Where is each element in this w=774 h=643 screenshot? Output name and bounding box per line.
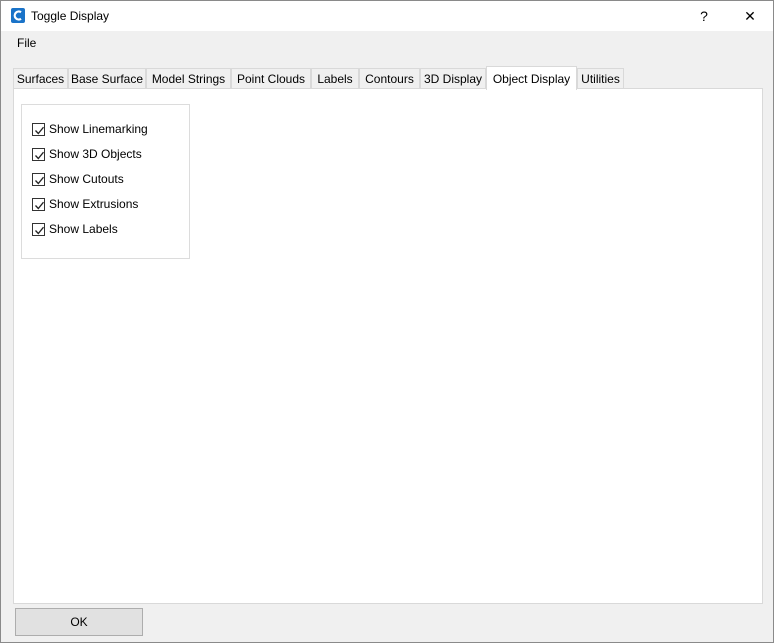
show-linemarking-option[interactable]: Show Linemarking <box>32 121 148 137</box>
tab-contours[interactable]: Contours <box>359 68 420 89</box>
help-button[interactable]: ? <box>681 1 727 31</box>
show-labels-checkbox[interactable] <box>32 222 45 236</box>
object-display-group: Show Linemarking Show 3D Objects Show Cu… <box>21 104 190 259</box>
show-linemarking-checkbox[interactable] <box>32 122 45 136</box>
tab-surfaces[interactable]: Surfaces <box>13 68 68 89</box>
show-labels-option[interactable]: Show Labels <box>32 221 118 237</box>
tab-strip: Surfaces Base Surface Model Strings Poin… <box>13 66 763 90</box>
dialog-window: Toggle Display ? ✕ File Surfaces Base Su… <box>0 0 774 643</box>
checkmark-icon <box>35 151 45 159</box>
tab-object-display[interactable]: Object Display <box>486 66 577 90</box>
show-3d-objects-checkbox[interactable] <box>32 147 45 161</box>
checkmark-icon <box>35 126 45 134</box>
menu-file[interactable]: File <box>9 34 44 52</box>
tab-labels[interactable]: Labels <box>311 68 359 89</box>
show-3d-objects-label: Show 3D Objects <box>49 147 142 161</box>
app-icon <box>11 8 25 23</box>
checkmark-icon <box>35 201 45 209</box>
show-labels-label: Show Labels <box>49 222 118 236</box>
show-cutouts-checkbox[interactable] <box>32 172 45 186</box>
show-cutouts-option[interactable]: Show Cutouts <box>32 171 124 187</box>
show-extrusions-checkbox[interactable] <box>32 197 45 211</box>
checkmark-icon <box>35 176 45 184</box>
tab-utilities[interactable]: Utilities <box>577 68 624 89</box>
show-cutouts-label: Show Cutouts <box>49 172 124 186</box>
show-linemarking-label: Show Linemarking <box>49 122 148 136</box>
title-bar: Toggle Display ? ✕ <box>1 1 773 31</box>
tab-panel-object-display: Show Linemarking Show 3D Objects Show Cu… <box>13 88 763 604</box>
tab-model-strings[interactable]: Model Strings <box>146 68 231 89</box>
show-3d-objects-option[interactable]: Show 3D Objects <box>32 146 142 162</box>
tab-point-clouds[interactable]: Point Clouds <box>231 68 311 89</box>
menu-bar: File <box>1 31 773 55</box>
ok-button[interactable]: OK <box>15 608 143 636</box>
show-extrusions-label: Show Extrusions <box>49 197 139 211</box>
close-button[interactable]: ✕ <box>727 1 773 31</box>
window-title: Toggle Display <box>31 9 110 23</box>
tab-3d-display[interactable]: 3D Display <box>420 68 486 89</box>
show-extrusions-option[interactable]: Show Extrusions <box>32 196 138 212</box>
dialog-footer: OK <box>1 604 773 642</box>
checkmark-icon <box>35 226 45 234</box>
tab-base-surface[interactable]: Base Surface <box>68 68 146 89</box>
